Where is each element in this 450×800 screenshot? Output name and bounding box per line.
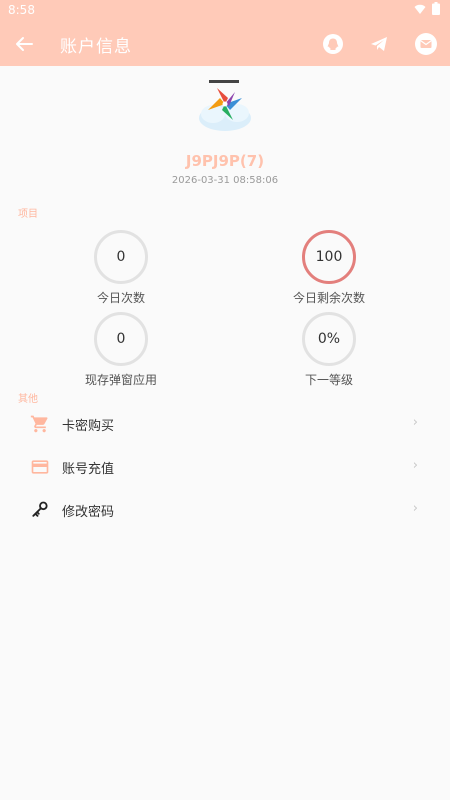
stat-circle: 0%: [302, 312, 356, 366]
telegram-button[interactable]: [367, 32, 391, 56]
status-bar: 8:58: [0, 0, 450, 22]
menu-label: 卡密购买: [62, 419, 115, 434]
stat-label: 下一等级: [304, 373, 353, 387]
stat-label: 今日剩余次数: [292, 291, 365, 305]
key-icon: [32, 501, 48, 517]
menu-label: 修改密码: [62, 505, 115, 520]
menu-item-card-purchase[interactable]: 卡密购买 ›: [0, 404, 450, 444]
stat-today-count: 0 今日次数: [61, 230, 181, 306]
username: J9PJ9P(7): [185, 152, 265, 170]
stat-value: 100: [315, 249, 343, 265]
stat-today-remaining: 100 今日剩余次数: [269, 230, 389, 306]
qq-icon: [323, 34, 343, 54]
status-time: 8:58: [8, 3, 35, 17]
login-timestamp: 2026-03-31 08:58:06: [171, 175, 279, 186]
stat-circle: 100: [302, 230, 356, 284]
section-label-other: 其他: [18, 394, 38, 405]
wifi-icon: [414, 4, 426, 14]
stat-circle: 0: [94, 230, 148, 284]
cart-icon: [30, 415, 48, 433]
mail-icon: [415, 33, 437, 55]
section-label-project: 项目: [18, 209, 38, 220]
stat-next-level: 0% 下一等级: [269, 312, 389, 388]
stat-label: 今日次数: [96, 291, 145, 305]
app-logo: [199, 80, 251, 131]
stat-popup-apps: 0 现存弹窗应用: [61, 312, 181, 388]
credit-card-icon: [31, 460, 49, 474]
back-button[interactable]: [12, 32, 36, 56]
chevron-right-icon: ›: [412, 458, 418, 473]
battery-icon: [432, 2, 440, 15]
system-icons: [414, 2, 440, 15]
mail-button[interactable]: [414, 32, 438, 56]
stat-value: 0: [116, 249, 126, 265]
menu-item-account-recharge[interactable]: 账号充值 ›: [0, 447, 450, 487]
chevron-right-icon: ›: [412, 415, 418, 430]
qq-button[interactable]: [321, 32, 345, 56]
app-bar: 账户信息: [0, 22, 450, 66]
chevron-right-icon: ›: [412, 501, 418, 516]
telegram-icon: [371, 37, 387, 51]
page-title: 账户信息: [60, 37, 132, 57]
menu-label: 账号充值: [62, 462, 115, 477]
menu-item-change-password[interactable]: 修改密码 ›: [0, 490, 450, 530]
arrow-left-icon: [16, 37, 33, 51]
stat-value: 0: [116, 331, 126, 347]
stat-circle: 0: [94, 312, 148, 366]
stat-value: 0%: [317, 331, 341, 347]
stat-label: 现存弹窗应用: [84, 373, 157, 387]
